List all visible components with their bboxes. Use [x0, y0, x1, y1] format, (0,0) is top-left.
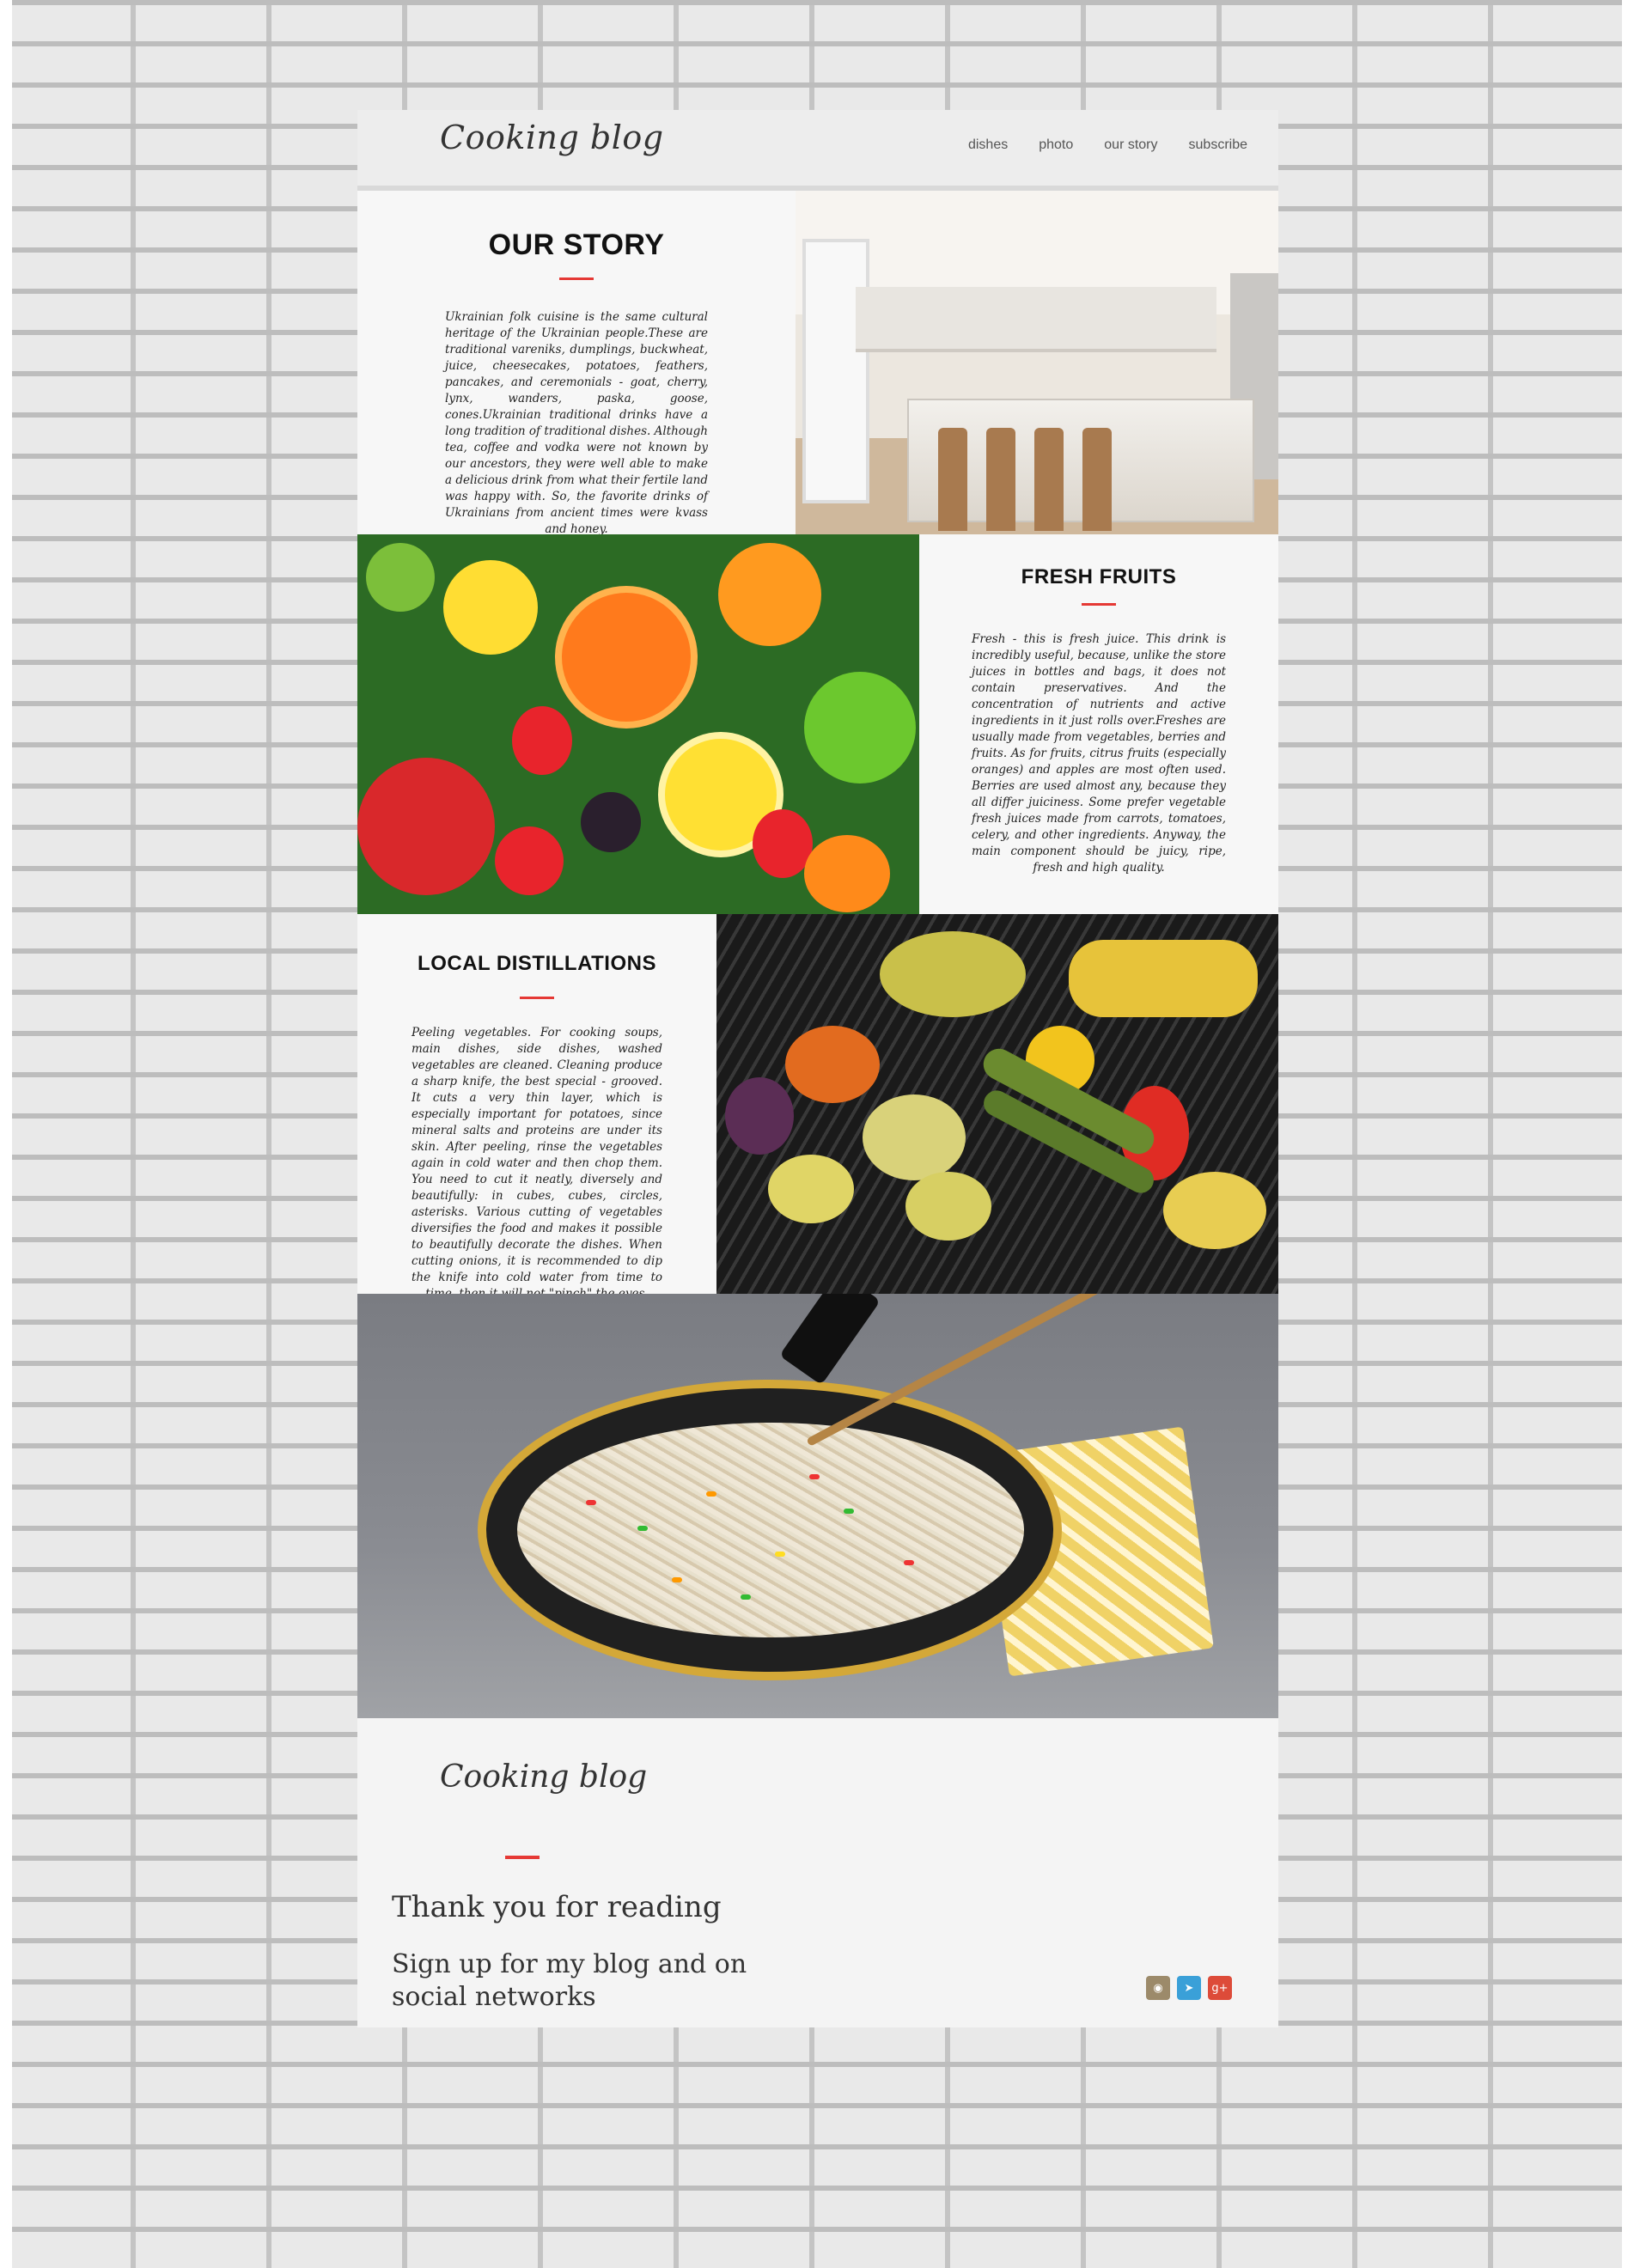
nav-subscribe[interactable]: subscribe — [1189, 137, 1247, 153]
wall-edge-right — [1622, 0, 1634, 2268]
grilled-pepper-slice — [1163, 1172, 1266, 1249]
google-plus-icon[interactable]: g+ — [1208, 1976, 1232, 2000]
grilled-vegetables-image — [716, 914, 1278, 1294]
telegram-icon[interactable]: ➤ — [1177, 1976, 1201, 2000]
instagram-icon[interactable]: ◉ — [1146, 1976, 1170, 2000]
footer-rule — [505, 1856, 540, 1859]
strawberry — [495, 826, 564, 895]
grilled-corn — [1069, 940, 1258, 1017]
kitchen-stool — [938, 428, 967, 531]
logo[interactable]: Cooking blog — [440, 119, 664, 156]
pan-handle — [779, 1294, 881, 1386]
fresh-fruits-title: FRESH FRUITS — [1021, 565, 1177, 588]
orange-slice — [555, 586, 698, 729]
our-story-text: Ukrainian folk cuisine is the same cultu… — [445, 310, 708, 534]
kitchen-stool — [1034, 428, 1064, 531]
rice-dish — [517, 1423, 1024, 1637]
grilled-tomato — [785, 1026, 880, 1103]
main-nav: dishes photo our story subscribe — [968, 137, 1247, 153]
green-apple — [804, 672, 916, 783]
frying-pan — [478, 1380, 1062, 1680]
kitchen-stool — [986, 428, 1015, 531]
grilled-zucchini — [880, 931, 1026, 1017]
nav-photo[interactable]: photo — [1039, 137, 1073, 153]
lemon — [443, 560, 538, 655]
veg-piece — [637, 1526, 648, 1531]
our-story-rule — [559, 277, 594, 280]
blackberry — [581, 792, 641, 852]
footer-logo[interactable]: Cooking blog — [440, 1759, 647, 1795]
kitchen-door — [802, 239, 869, 503]
strawberry — [512, 706, 572, 775]
orange — [718, 543, 821, 646]
page: Cooking blog dishes photo our story subs… — [357, 110, 1278, 2027]
our-story-title: OUR STORY — [488, 229, 665, 261]
grilled-squash — [905, 1172, 991, 1241]
nav-dishes[interactable]: dishes — [968, 137, 1008, 153]
signup-text: Sign up for my blog and on social networ… — [392, 1949, 747, 2012]
wall-edge-left — [0, 0, 12, 2268]
thanks-heading: Thank you for reading — [392, 1890, 722, 1924]
grilled-zucchini-slice — [863, 1094, 966, 1180]
kiwi — [366, 543, 435, 612]
veg-piece — [586, 1500, 596, 1505]
footer: Cooking blog Thank you for reading Sign … — [357, 1718, 1278, 2027]
fresh-fruits-section: FRESH FRUITS Fresh - this is fresh juice… — [919, 534, 1278, 914]
kitchen-stool — [1082, 428, 1112, 531]
red-apple — [357, 758, 495, 895]
nav-our-story[interactable]: our story — [1104, 137, 1157, 153]
veg-piece — [775, 1552, 785, 1557]
local-distillations-section: LOCAL DISTILLATIONS Peeling vegetables. … — [357, 914, 716, 1294]
local-distillations-title: LOCAL DISTILLATIONS — [418, 952, 656, 975]
social-links: ◉ ➤ g+ — [1146, 1976, 1232, 2000]
veg-piece — [844, 1509, 854, 1514]
local-distillations-rule — [520, 997, 554, 999]
orange — [804, 835, 890, 912]
veg-piece — [741, 1594, 751, 1600]
veg-piece — [706, 1491, 716, 1497]
grilled-squash — [768, 1155, 854, 1223]
veg-piece — [904, 1560, 914, 1565]
fruits-image — [357, 534, 919, 914]
kitchen-image — [796, 191, 1278, 534]
our-story-section: OUR STORY Ukrainian folk cuisine is the … — [357, 191, 796, 534]
header: Cooking blog dishes photo our story subs… — [357, 110, 1278, 191]
veg-piece — [672, 1577, 682, 1582]
grilled-eggplant — [725, 1077, 794, 1155]
kitchen-cabinets — [856, 287, 1216, 352]
veg-piece — [809, 1474, 820, 1479]
fresh-fruits-rule — [1082, 603, 1116, 606]
rice-pan-image — [357, 1294, 1278, 1718]
local-distillations-text: Peeling vegetables. For cooking soups, m… — [412, 1026, 662, 1294]
fresh-fruits-text: Fresh - this is fresh juice. This drink … — [972, 632, 1226, 875]
